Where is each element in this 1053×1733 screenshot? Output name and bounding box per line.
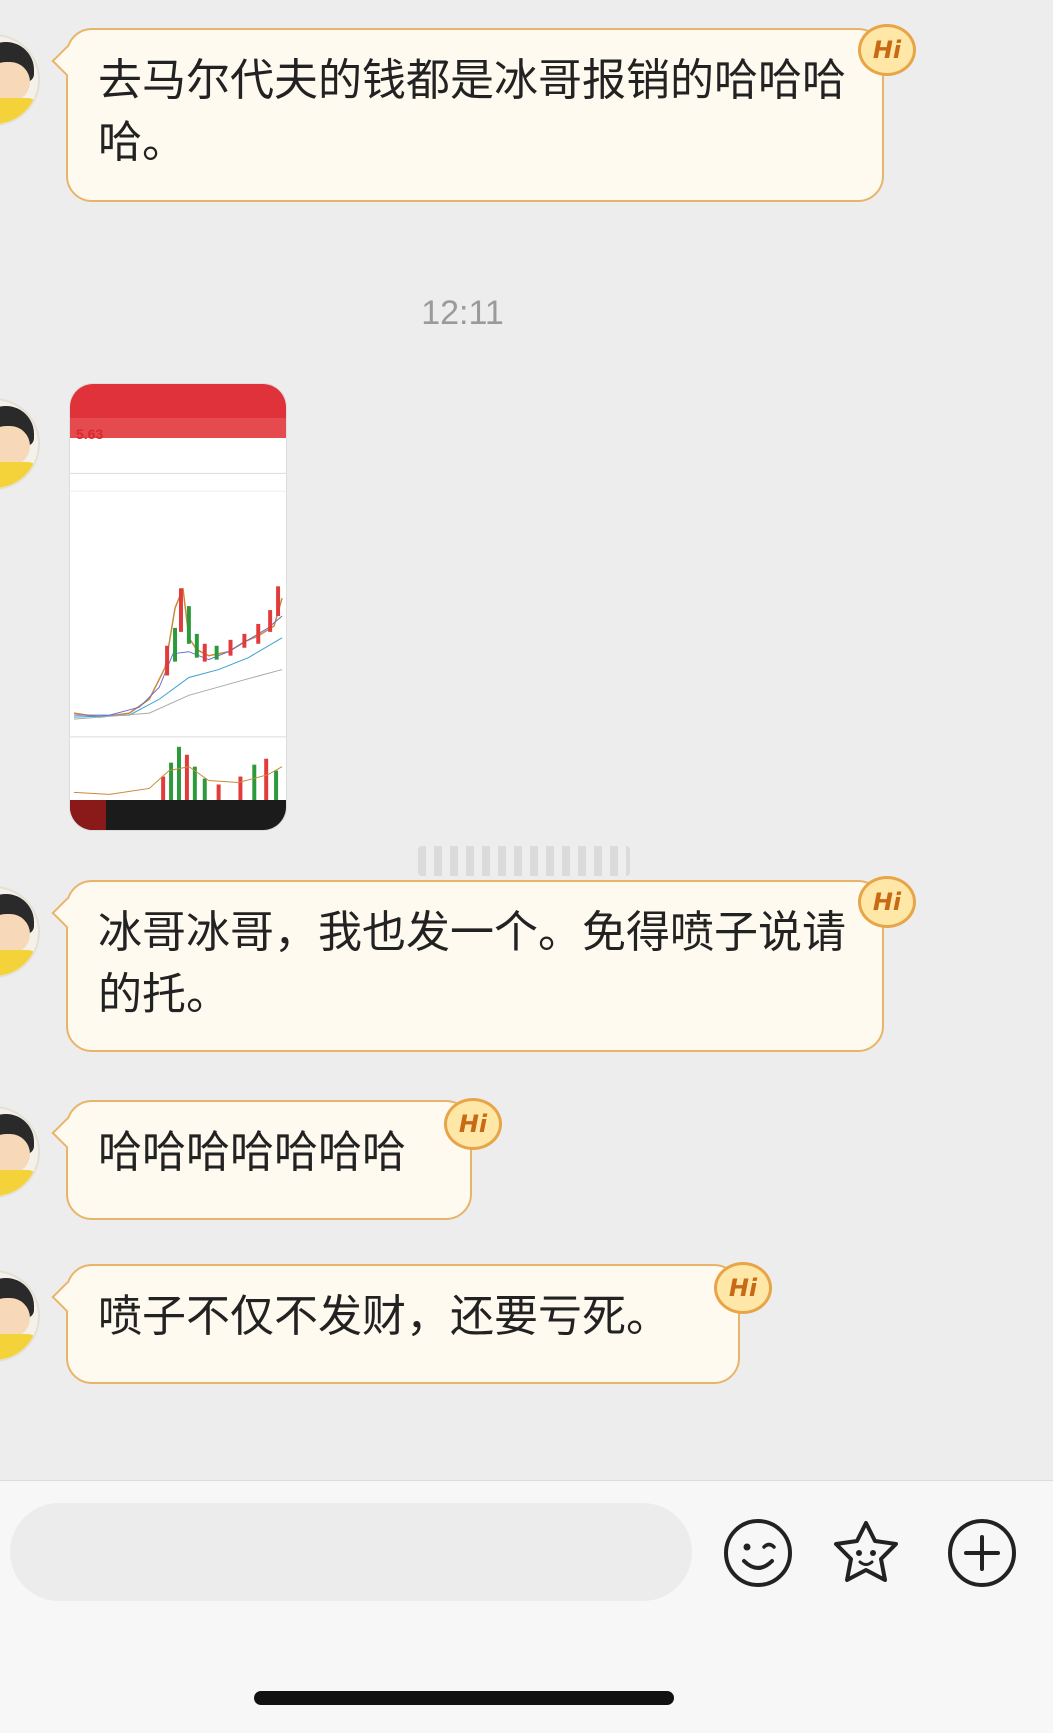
scroll-indicator — [418, 846, 630, 876]
message-bubble[interactable]: 去马尔代夫的钱都是冰哥报销的哈哈哈哈。 — [51, 28, 884, 202]
avatar[interactable] — [0, 34, 40, 126]
message-input[interactable] — [10, 1503, 692, 1601]
hi-badge-icon: Hi — [858, 24, 916, 76]
timestamp: 12:11 — [421, 294, 504, 332]
message-text: 去马尔代夫的钱都是冰哥报销的哈哈哈哈。 — [98, 55, 846, 168]
sticker-icon[interactable] — [830, 1517, 902, 1589]
image-header — [70, 384, 286, 418]
message-bubble[interactable]: 冰哥冰哥，我也发一个。免得喷子说请的托。 — [51, 880, 884, 1052]
message-text: 喷子不仅不发财，还要亏死。 — [98, 1291, 670, 1342]
message-text: 冰哥冰哥，我也发一个。免得喷子说请的托。 — [98, 907, 846, 1020]
avatar[interactable] — [0, 1106, 40, 1198]
avatar[interactable] — [0, 398, 40, 490]
image-message[interactable]: 5.63 — [69, 383, 287, 831]
message-bubble[interactable]: 哈哈哈哈哈哈哈 — [51, 1100, 472, 1220]
hi-badge-icon: Hi — [714, 1262, 772, 1314]
plus-icon[interactable] — [946, 1517, 1018, 1589]
home-indicator[interactable] — [254, 1691, 674, 1705]
input-bar — [0, 1480, 1053, 1733]
hi-badge-icon: Hi — [858, 876, 916, 928]
avatar[interactable] — [0, 1270, 40, 1362]
image-footer — [70, 800, 286, 830]
stock-chart-thumbnail — [70, 472, 286, 801]
message-text: 哈哈哈哈哈哈哈 — [98, 1127, 406, 1178]
message-bubble[interactable]: 喷子不仅不发财，还要亏死。 — [51, 1264, 740, 1384]
emoji-icon[interactable] — [722, 1517, 794, 1589]
chat-area[interactable]: 去马尔代夫的钱都是冰哥报销的哈哈哈哈。 Hi 12:11 5.63 冰哥冰哥，我… — [0, 0, 1053, 1480]
hi-badge-icon: Hi — [444, 1098, 502, 1150]
avatar[interactable] — [0, 886, 40, 978]
